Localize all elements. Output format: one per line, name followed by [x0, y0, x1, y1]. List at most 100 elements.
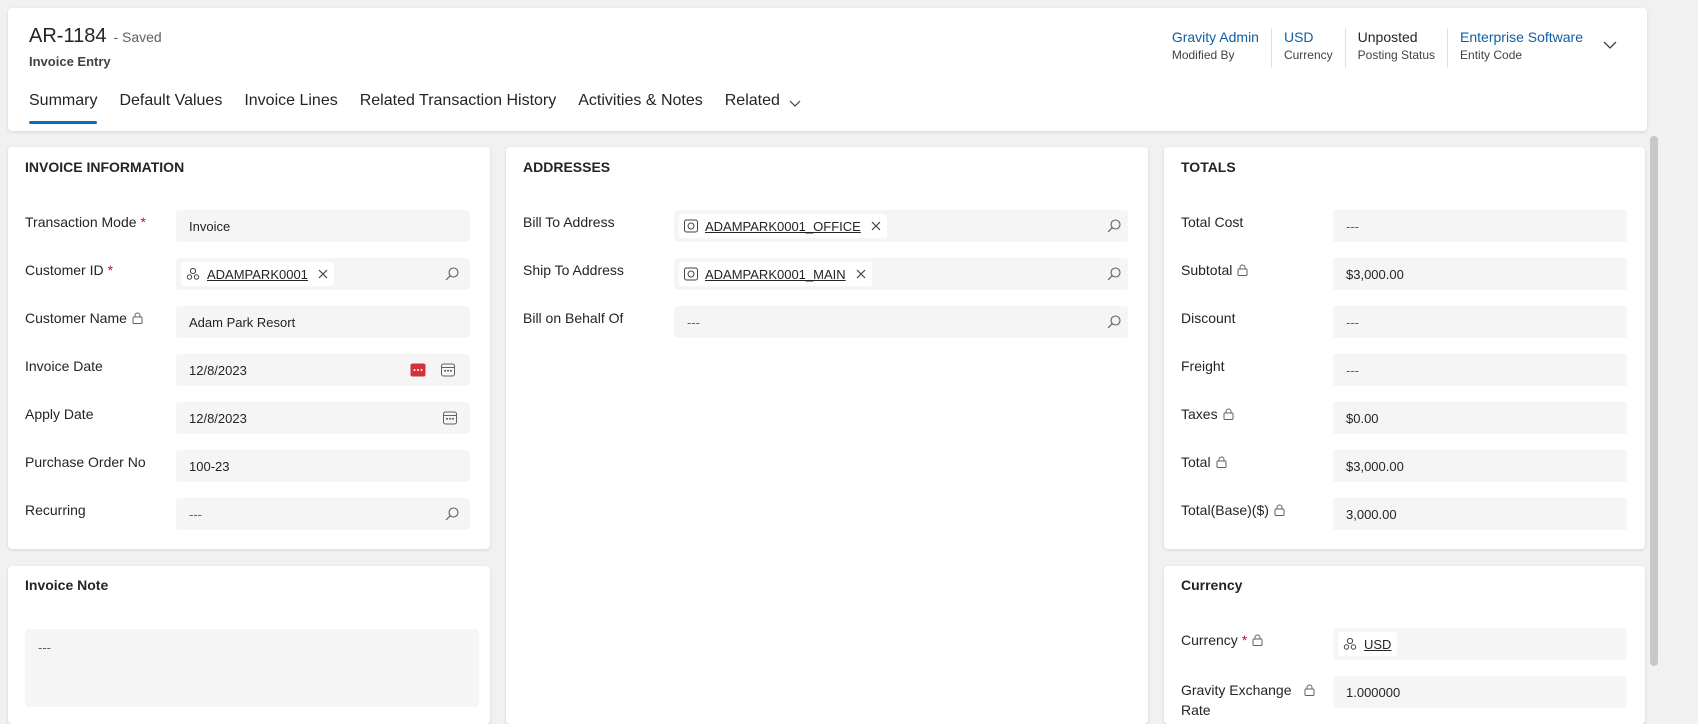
search-icon[interactable]	[1106, 314, 1122, 330]
account-icon	[186, 267, 200, 280]
customer-id-lookup[interactable]: ADAMPARK0001	[176, 258, 470, 290]
freight-field[interactable]: ---	[1333, 354, 1627, 386]
field-label: Subtotal	[1181, 262, 1248, 278]
invoice-date-row: Invoice Date 12/8/2023	[8, 354, 490, 386]
field-label: Customer Name	[25, 310, 143, 326]
field-value: Invoice	[189, 218, 231, 234]
purchase-order-field[interactable]: 100-23	[176, 450, 470, 482]
discount-field[interactable]: ---	[1333, 306, 1627, 338]
currency-link[interactable]: USD	[1364, 637, 1391, 652]
bill-on-behalf-lookup[interactable]: ---	[674, 306, 1128, 338]
apply-date-row: Apply Date 12/8/2023	[8, 402, 490, 434]
label-text: Bill on Behalf Of	[523, 310, 624, 326]
invoice-date-field[interactable]: 12/8/2023	[176, 354, 470, 386]
customer-id-row: Customer ID * ADAMPARK0001	[8, 258, 490, 290]
lock-icon	[132, 312, 143, 324]
tab-related-transaction-history[interactable]: Related Transaction History	[360, 92, 557, 124]
field-label: Purchase Order No	[25, 454, 146, 470]
search-icon[interactable]	[444, 266, 460, 282]
subtotal-row: Subtotal $3,000.00	[1164, 258, 1645, 290]
close-icon[interactable]	[856, 269, 866, 279]
entity-code-link[interactable]: Enterprise Software	[1460, 28, 1583, 46]
tab-activities-notes[interactable]: Activities & Notes	[578, 92, 702, 124]
field-label: Transaction Mode *	[25, 214, 146, 230]
header-field-entity-code: Enterprise Software Entity Code	[1447, 28, 1595, 68]
field-value: 3,000.00	[1346, 506, 1397, 522]
customer-id-link[interactable]: ADAMPARK0001	[207, 267, 308, 282]
field-value: ---	[189, 506, 202, 522]
tab-default-values[interactable]: Default Values	[119, 92, 222, 124]
header-field-currency: USD Currency	[1270, 28, 1345, 68]
currency-link[interactable]: USD	[1284, 28, 1333, 46]
section-title: ADDRESSES	[523, 159, 611, 175]
field-value: ---	[38, 640, 51, 655]
field-label: Taxes	[1181, 406, 1234, 422]
lock-icon	[1252, 634, 1263, 646]
currency-icon	[1343, 637, 1357, 650]
tab-related[interactable]: Related	[725, 92, 802, 124]
bill-to-lookup[interactable]: ADAMPARK0001_OFFICE	[674, 210, 1128, 242]
field-label: Total(Base)($)	[1181, 502, 1285, 518]
label-text: Total	[1181, 454, 1211, 470]
label-text: Taxes	[1181, 406, 1218, 422]
field-value: 100-23	[189, 458, 230, 474]
label-text: Purchase Order No	[25, 454, 146, 470]
field-value: Adam Park Resort	[189, 314, 296, 330]
calendar-icon[interactable]	[442, 410, 458, 426]
bill-on-behalf-row: Bill on Behalf Of ---	[506, 306, 1148, 338]
label-text: Customer ID	[25, 262, 104, 278]
field-value: ---	[1346, 314, 1359, 330]
customer-name-row: Customer Name Adam Park Resort	[8, 306, 490, 338]
field-label: Bill To Address	[523, 214, 615, 230]
record-header: AR-1184 - Saved Invoice Entry Gravity Ad…	[8, 8, 1647, 131]
calendar-icon[interactable]	[440, 362, 456, 378]
search-icon[interactable]	[444, 506, 460, 522]
required-mark: *	[107, 262, 114, 278]
recurring-lookup[interactable]: ---	[176, 498, 470, 530]
tab-summary[interactable]: Summary	[29, 92, 98, 124]
search-icon[interactable]	[1106, 218, 1122, 234]
form-selector[interactable]: Invoice Entry	[29, 54, 111, 69]
label-text: Gravity Exchange	[1181, 682, 1292, 698]
currency-chip: USD	[1338, 632, 1398, 656]
field-value: 1.000000	[1346, 684, 1401, 700]
customer-name-field[interactable]: Adam Park Resort	[176, 306, 470, 338]
field-value: $3,000.00	[1346, 458, 1404, 474]
taxes-row: Taxes $0.00	[1164, 402, 1645, 434]
invoice-note-field[interactable]: ---	[25, 629, 479, 707]
field-label: Gravity Exchange Rate	[1181, 680, 1315, 720]
total-cost-row: Total Cost ---	[1164, 210, 1645, 242]
tab-invoice-lines[interactable]: Invoice Lines	[244, 92, 337, 124]
field-label: Recurring	[25, 502, 86, 518]
label-text: Ship To Address	[523, 262, 624, 278]
apply-date-field[interactable]: 12/8/2023	[176, 402, 470, 434]
record-name: AR-1184	[29, 25, 107, 47]
search-icon[interactable]	[1106, 266, 1122, 282]
transaction-mode-field[interactable]: Invoice	[176, 210, 470, 242]
field-label: Ship To Address	[523, 262, 624, 278]
ship-to-chip: ADAMPARK0001_MAIN	[679, 262, 872, 286]
bill-to-row: Bill To Address ADAMPARK0001_OFFICE	[506, 210, 1148, 242]
close-icon[interactable]	[318, 269, 328, 279]
header-field-posting-status: Unposted Posting Status	[1344, 28, 1447, 68]
chevron-down-icon[interactable]	[1601, 36, 1619, 54]
page-scrollbar[interactable]	[1650, 136, 1658, 666]
currency-lookup: USD	[1333, 628, 1627, 660]
modified-by-link[interactable]: Gravity Admin	[1172, 28, 1259, 46]
section-title: TOTALS	[1181, 159, 1236, 175]
tab-bar: Summary Default Values Invoice Lines Rel…	[29, 92, 824, 124]
lock-icon	[1223, 408, 1234, 420]
label-text: Recurring	[25, 502, 86, 518]
header-field-label: Currency	[1283, 48, 1333, 62]
ship-to-lookup[interactable]: ADAMPARK0001_MAIN	[674, 258, 1128, 290]
ship-to-link[interactable]: ADAMPARK0001_MAIN	[705, 267, 846, 282]
field-label: Currency *	[1181, 632, 1263, 648]
total-base-field: 3,000.00	[1333, 498, 1627, 530]
close-icon[interactable]	[871, 221, 881, 231]
total-cost-field[interactable]: ---	[1333, 210, 1627, 242]
field-value: ---	[1346, 218, 1359, 234]
exchange-rate-field: 1.000000	[1333, 676, 1627, 708]
header-field-label: Posting Status	[1357, 48, 1436, 62]
bill-to-link[interactable]: ADAMPARK0001_OFFICE	[705, 219, 861, 234]
label-text: Bill To Address	[523, 214, 615, 230]
